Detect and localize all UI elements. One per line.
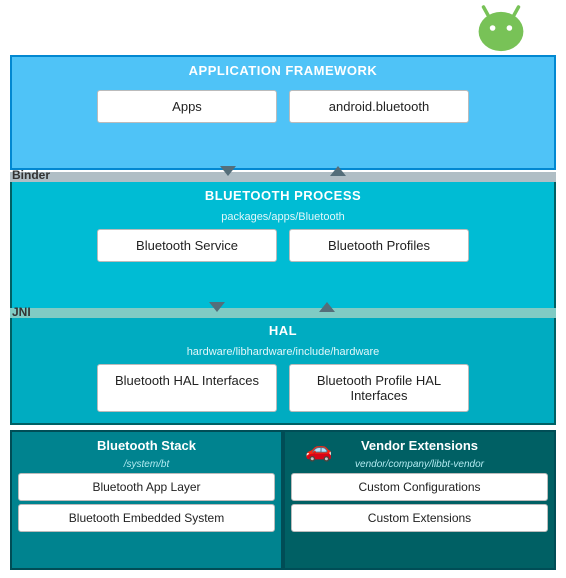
hal-section: HAL hardware/libhardware/include/hardwar… (10, 315, 556, 425)
custom-configurations-box: Custom Configurations (291, 473, 548, 501)
app-framework-boxes: Apps android.bluetooth (12, 90, 554, 123)
custom-extensions-box: Custom Extensions (291, 504, 548, 532)
diagram-container: APPLICATION FRAMEWORK Apps android.bluet… (0, 0, 566, 578)
bt-service-box: Bluetooth Service (97, 229, 277, 262)
bt-profiles-box: Bluetooth Profiles (289, 229, 469, 262)
app-framework-section: APPLICATION FRAMEWORK Apps android.bluet… (10, 55, 556, 170)
bt-stack-sub-label: /system/bt (12, 459, 281, 470)
bluetooth-car-icon: 🚗 (305, 437, 332, 463)
bt-process-boxes: Bluetooth Service Bluetooth Profiles (12, 229, 554, 262)
bt-embedded-system-box: Bluetooth Embedded System (18, 504, 275, 532)
apps-box: Apps (97, 90, 277, 123)
binder-divider (10, 172, 556, 182)
bt-stack-section: Bluetooth Stack /system/bt Bluetooth App… (10, 430, 283, 570)
bt-process-title: BLUETOOTH PROCESS (12, 182, 554, 209)
bt-process-sub-label: packages/apps/Bluetooth (12, 211, 554, 223)
bt-hal-interfaces-box: Bluetooth HAL Interfaces (97, 364, 277, 412)
bt-app-layer-box: Bluetooth App Layer (18, 473, 275, 501)
jni-divider (10, 308, 556, 318)
hal-sub-label: hardware/libhardware/include/hardware (12, 346, 554, 358)
app-framework-title: APPLICATION FRAMEWORK (12, 57, 554, 84)
hal-boxes: Bluetooth HAL Interfaces Bluetooth Profi… (12, 364, 554, 412)
bt-profile-hal-interfaces-box: Bluetooth Profile HAL Interfaces (289, 364, 469, 412)
bt-stack-title: Bluetooth Stack (12, 432, 281, 459)
bottom-section: Bluetooth Stack /system/bt Bluetooth App… (10, 430, 556, 570)
android-bluetooth-box: android.bluetooth (289, 90, 469, 123)
binder-label: Binder (12, 168, 50, 182)
bt-process-section: BLUETOOTH PROCESS packages/apps/Bluetoot… (10, 180, 556, 310)
jni-label: JNI (12, 305, 31, 319)
hal-title: HAL (12, 317, 554, 344)
